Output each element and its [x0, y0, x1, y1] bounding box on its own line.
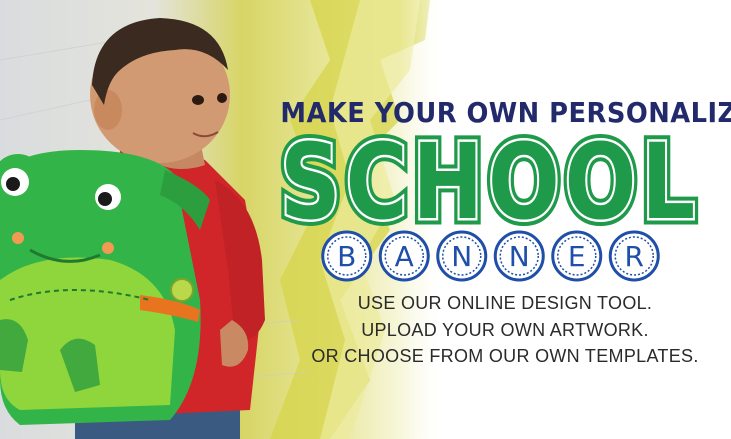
banner-letter-badge: N: [436, 230, 488, 282]
banner-letter: N: [509, 240, 530, 273]
banner-letter: E: [568, 240, 586, 273]
banner-letter-badge: A: [378, 230, 430, 282]
banner-letter-badge: R: [608, 230, 660, 282]
banner-letter: B: [337, 240, 356, 273]
tagline-upload-artwork: UPLOAD YOUR OWN ARTWORK.: [361, 320, 649, 340]
school-word-fill: SCHOOL: [280, 130, 700, 230]
banner-letter-badge: B: [321, 230, 373, 282]
tagline-templates: OR CHOOSE FROM OUR OWN TEMPLATES.: [311, 346, 699, 366]
tagline-design-tool: USE OUR ONLINE DESIGN TOOL.: [357, 293, 653, 313]
banner-letter: N: [451, 240, 472, 273]
banner-letter-badge: E: [551, 230, 603, 282]
promo-banner: MAKE YOUR OWN PERSONALIZED SCHOOL SCHOOL…: [0, 0, 731, 439]
headline-text: MAKE YOUR OWN PERSONALIZED: [280, 96, 731, 129]
banner-letter: A: [395, 240, 414, 273]
school-word: SCHOOL SCHOOL SCHOOL: [275, 130, 701, 230]
banner-word: BANNER: [321, 230, 660, 282]
headline-top-line: MAKE YOUR OWN PERSONALIZED: [280, 96, 731, 129]
banner-letter: R: [625, 240, 644, 273]
banner-letter-badge: N: [493, 230, 545, 282]
